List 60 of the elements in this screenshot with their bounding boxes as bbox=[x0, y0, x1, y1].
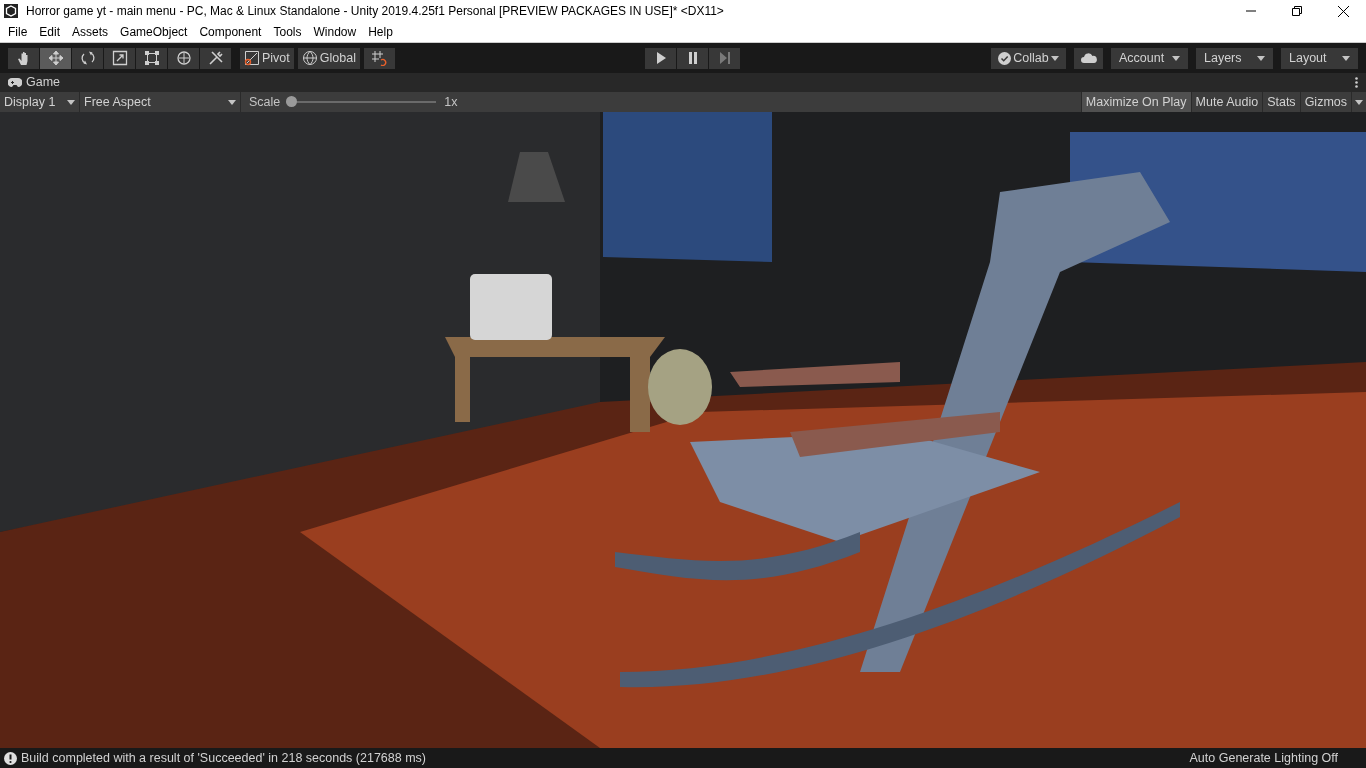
gamepad-icon bbox=[8, 78, 22, 87]
pause-button[interactable] bbox=[677, 47, 709, 69]
grid-snap-icon bbox=[371, 50, 388, 66]
more-options-icon[interactable] bbox=[1355, 77, 1358, 88]
toolbar-dropdown[interactable]: Layout bbox=[1281, 47, 1358, 69]
unity-logo-icon bbox=[4, 4, 18, 18]
menu-item[interactable]: Help bbox=[362, 23, 399, 41]
toggle-button[interactable]: Maximize On Play bbox=[1080, 92, 1191, 112]
lighting-status: Auto Generate Lighting Off bbox=[1189, 749, 1338, 767]
menu-item[interactable]: Edit bbox=[33, 23, 67, 41]
cloud-icon bbox=[1080, 53, 1097, 63]
pivot-button[interactable]: Pivot bbox=[240, 47, 294, 69]
pivot-icon bbox=[244, 50, 260, 66]
collab-dropdown[interactable]: Collab bbox=[991, 47, 1066, 69]
tool-button[interactable] bbox=[136, 47, 167, 69]
rotate-icon bbox=[79, 50, 96, 66]
scale-icon bbox=[111, 50, 128, 66]
menu-item[interactable]: Component bbox=[193, 23, 268, 41]
tool-button[interactable] bbox=[168, 47, 199, 69]
tool-button[interactable] bbox=[104, 47, 135, 69]
window-title: Horror game yt - main menu - PC, Mac & Linux Standalone - Unity 2019.4.25f1 Personal [PREVIEW PACKAGES IN USE]* <DX11> bbox=[26, 3, 725, 20]
gizmos-menu-button[interactable] bbox=[1351, 92, 1366, 112]
caret-icon bbox=[1257, 55, 1265, 61]
snap-button[interactable] bbox=[363, 47, 395, 69]
step-button[interactable] bbox=[709, 47, 741, 69]
slider-thumb[interactable] bbox=[286, 96, 298, 107]
restore-icon bbox=[1292, 6, 1302, 16]
tool-button[interactable] bbox=[72, 47, 103, 69]
caret-icon bbox=[1342, 55, 1350, 61]
check-circle-icon bbox=[998, 51, 1012, 65]
move-icon bbox=[47, 50, 64, 66]
tool-button[interactable] bbox=[8, 47, 39, 69]
wrench-icon bbox=[207, 50, 224, 66]
toolbar-dropdown[interactable]: Account bbox=[1111, 47, 1188, 69]
warning-icon bbox=[4, 751, 17, 765]
menu-item[interactable]: GameObject bbox=[114, 23, 194, 41]
menu-item[interactable]: Assets bbox=[66, 23, 115, 41]
play-button[interactable] bbox=[645, 47, 677, 69]
caret-icon bbox=[1172, 55, 1180, 61]
caret-icon bbox=[1355, 99, 1363, 105]
rect-tool-icon bbox=[143, 50, 160, 66]
caret-icon bbox=[1050, 55, 1059, 61]
scale-label: Scale bbox=[249, 93, 281, 111]
close-icon bbox=[1337, 5, 1349, 17]
transform-icon bbox=[175, 50, 192, 66]
scale-value: 1x bbox=[444, 93, 458, 111]
status-message: Build completed with a result of 'Succeeded' in 218 seconds (217688 ms) bbox=[21, 749, 426, 767]
tool-button[interactable] bbox=[40, 47, 71, 69]
caret-icon bbox=[67, 99, 75, 105]
menu-item[interactable]: Window bbox=[307, 23, 363, 41]
cloud-button[interactable] bbox=[1074, 47, 1103, 69]
tool-button[interactable] bbox=[200, 47, 231, 69]
toolbar-dropdown[interactable]: Layers bbox=[1196, 47, 1273, 69]
caret-icon bbox=[228, 99, 236, 105]
step-icon bbox=[717, 51, 732, 65]
menu-item[interactable]: File bbox=[2, 23, 34, 41]
globe-icon bbox=[301, 50, 318, 66]
menu-item[interactable]: Tools bbox=[267, 23, 308, 41]
game-tab[interactable]: Game bbox=[8, 73, 61, 92]
global-button[interactable]: Global bbox=[297, 47, 360, 69]
